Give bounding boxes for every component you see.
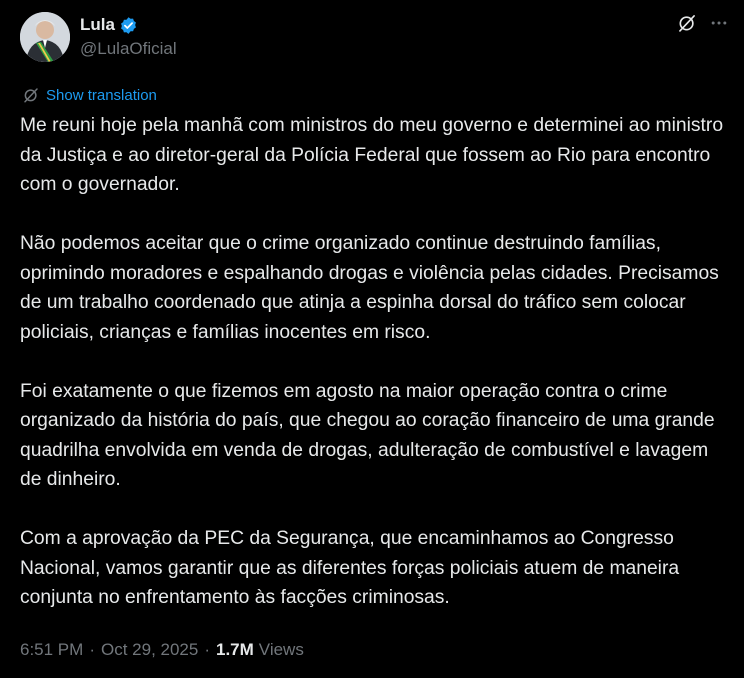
avatar[interactable] (20, 12, 70, 62)
post-paragraph: Me reuni hoje pela manhã com ministros d… (20, 115, 724, 195)
post-paragraph: Não podemos aceitar que o crime organiza… (20, 233, 719, 343)
verified-badge-icon[interactable] (119, 16, 138, 35)
post-header: Lula @LulaOficial (20, 12, 730, 62)
translate-icon (22, 86, 40, 104)
display-name[interactable]: Lula (80, 15, 115, 35)
post-container: Lula @LulaOficial Show translation Me re… (0, 0, 744, 678)
meta-separator: · (204, 640, 210, 659)
post-meta: 6:51 PM · Oct 29, 2025 · 1.7M Views (20, 640, 304, 660)
views-count[interactable]: 1.7M (216, 640, 254, 660)
meta-separator: · (89, 640, 95, 659)
post-date[interactable]: Oct 29, 2025 (101, 640, 198, 660)
header-actions (676, 12, 730, 34)
show-translation-link[interactable]: Show translation (46, 87, 157, 104)
post-text: Me reuni hoje pela manhã com ministros d… (20, 111, 725, 613)
post-paragraph: Foi exatamente o que fizemos em agosto n… (20, 380, 715, 491)
show-translation[interactable]: Show translation (22, 84, 157, 106)
author-handle[interactable]: @LulaOficial (80, 39, 177, 59)
views-label: Views (258, 640, 304, 659)
more-options-icon[interactable] (708, 12, 730, 34)
author-names: Lula @LulaOficial (80, 14, 177, 59)
grok-icon[interactable] (676, 12, 698, 34)
post-paragraph: Com a aprovação da PEC da Segurança, que… (20, 528, 680, 608)
post-time[interactable]: 6:51 PM (20, 640, 83, 660)
